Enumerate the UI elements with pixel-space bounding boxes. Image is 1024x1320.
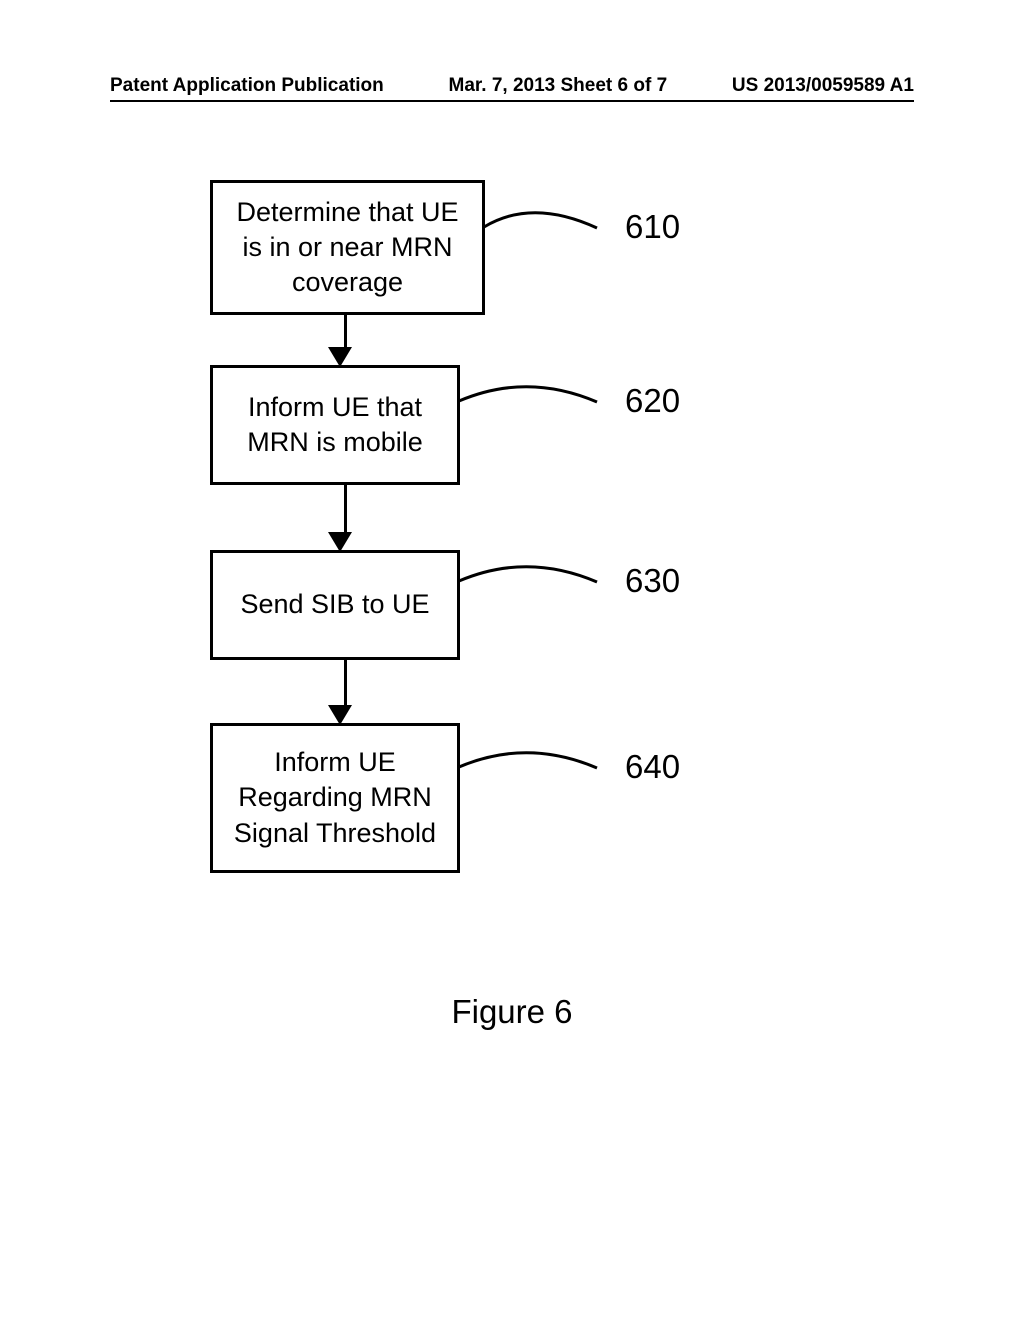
- flow-step-1: Determine that UE is in or near MRN cove…: [210, 180, 485, 315]
- leader-610: [482, 204, 622, 252]
- flow-step-2: Inform UE that MRN is mobile: [210, 365, 460, 485]
- header-divider: [110, 100, 914, 102]
- ref-label-610: 610: [625, 208, 680, 246]
- arrow-2: [338, 485, 352, 552]
- ref-label-620: 620: [625, 382, 680, 420]
- arrow-3: [338, 660, 352, 725]
- header-right: US 2013/0059589 A1: [732, 75, 914, 97]
- header-left: Patent Application Publication: [110, 75, 384, 97]
- page-header: Patent Application Publication Mar. 7, 2…: [110, 75, 914, 97]
- leader-640: [457, 744, 622, 792]
- flow-step-4-text: Inform UE Regarding MRN Signal Threshold: [223, 745, 447, 850]
- leader-620: [457, 378, 622, 426]
- flow-step-4: Inform UE Regarding MRN Signal Threshold: [210, 723, 460, 873]
- ref-label-640: 640: [625, 748, 680, 786]
- flow-step-3: Send SIB to UE: [210, 550, 460, 660]
- leader-630: [457, 558, 622, 606]
- flow-step-1-text: Determine that UE is in or near MRN cove…: [223, 195, 472, 300]
- arrow-1: [338, 315, 352, 367]
- flow-step-2-text: Inform UE that MRN is mobile: [223, 390, 447, 460]
- flow-step-3-text: Send SIB to UE: [240, 587, 429, 622]
- figure-caption: Figure 6: [0, 993, 1024, 1031]
- header-center: Mar. 7, 2013 Sheet 6 of 7: [449, 75, 668, 97]
- ref-label-630: 630: [625, 562, 680, 600]
